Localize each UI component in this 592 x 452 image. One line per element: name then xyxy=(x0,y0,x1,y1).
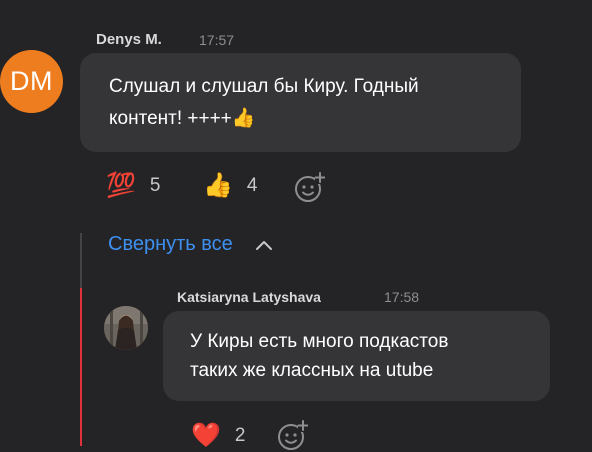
comment-author[interactable]: Denys M. xyxy=(96,31,162,48)
avatar-katsiaryna[interactable] xyxy=(104,306,148,350)
reaction-count: 2 xyxy=(234,425,246,446)
comment-author[interactable]: Katsiaryna Latyshava xyxy=(177,289,321,305)
message-text-line-2: таких же классных на utube xyxy=(190,360,434,381)
message-bubble: У Киры есть много подкастов таких же кла… xyxy=(163,311,550,401)
reaction-thumbs-up[interactable]: 👍 4 xyxy=(203,174,257,198)
message-text-line-1: У Киры есть много подкастов xyxy=(190,331,449,352)
avatar-denys[interactable]: DM xyxy=(0,50,63,113)
message-text-line-2: контент! ++++👍 xyxy=(109,108,256,129)
thread-line xyxy=(80,233,82,288)
reaction-count: 5 xyxy=(149,175,161,196)
collapse-all-button[interactable]: Свернуть все xyxy=(108,233,273,256)
add-reaction-icon[interactable] xyxy=(293,172,325,204)
thread-line-highlight xyxy=(80,288,82,446)
message-bubble: Слушал и слушал бы Киру. Годный контент!… xyxy=(80,53,521,152)
reaction-hundred[interactable]: 💯 5 xyxy=(106,174,160,198)
avatar-initials: DM xyxy=(10,66,53,96)
collapse-all-label: Свернуть все xyxy=(108,233,233,255)
comment-time: 17:57 xyxy=(199,32,235,48)
reaction-count: 4 xyxy=(246,175,258,196)
heart-icon: ❤️ xyxy=(191,422,221,449)
hundred-points-icon: 💯 xyxy=(106,172,136,199)
reaction-heart[interactable]: ❤️ 2 xyxy=(191,424,245,448)
add-reaction-icon[interactable] xyxy=(276,420,308,452)
chevron-up-icon xyxy=(255,240,272,250)
thumbs-up-icon: 👍 xyxy=(203,172,233,199)
message-text-line-1: Слушал и слушал бы Киру. Годный xyxy=(109,76,419,97)
comment-time: 17:58 xyxy=(384,289,420,305)
